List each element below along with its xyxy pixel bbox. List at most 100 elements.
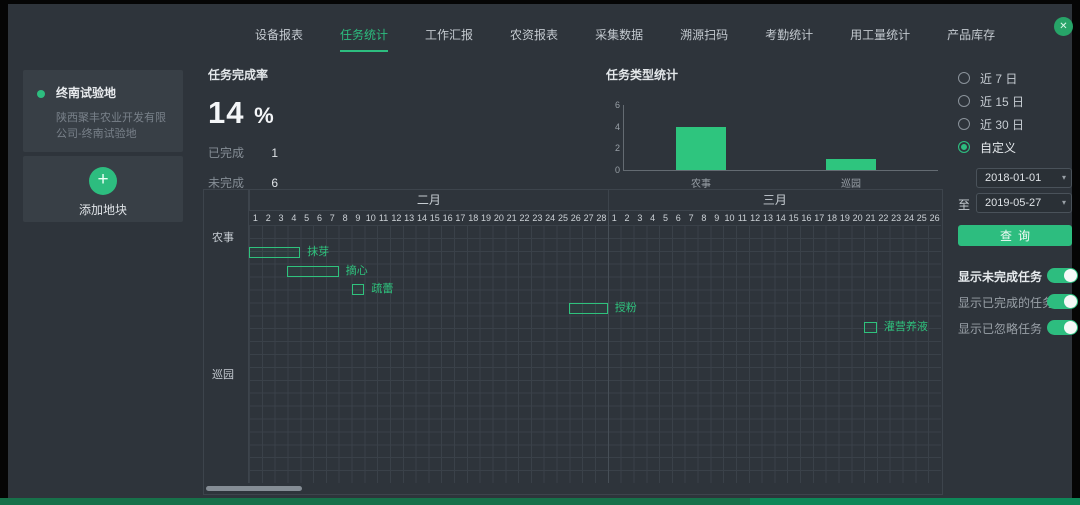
gantt-day-cell: 22 [877, 211, 890, 225]
chart-ytick-6: 6 [606, 100, 620, 110]
completion-title: 任务完成率 [208, 66, 278, 83]
tab-农资报表[interactable]: 农资报表 [510, 20, 558, 52]
toggle-knob [1064, 295, 1077, 308]
chart-xlabel-农事: 农事 [666, 175, 736, 190]
gantt-task-label-灌营养液: 灌营养液 [884, 321, 928, 334]
done-label: 已完成 [208, 146, 244, 160]
toggle-switch-on[interactable] [1047, 320, 1078, 335]
gantt-day-cell: 13 [403, 211, 416, 225]
plot-card[interactable]: 终南试验地 陕西聚丰农业开发有限公司-终南试验地 [23, 70, 183, 152]
bottom-window-edge [0, 498, 1080, 505]
done-value: 1 [271, 146, 278, 160]
gantt-day-cell: 6 [672, 211, 685, 225]
query-button[interactable]: 查询 [958, 225, 1072, 246]
plot-name: 终南试验地 [56, 84, 171, 101]
gantt-day-cell: 24 [903, 211, 916, 225]
gantt-day-cell: 3 [633, 211, 646, 225]
gantt-day-cell: 5 [300, 211, 313, 225]
gantt-day-cell: 21 [864, 211, 877, 225]
tab-设备报表[interactable]: 设备报表 [255, 20, 303, 52]
radio-circle-icon [958, 72, 970, 84]
radio-circle-icon [958, 95, 970, 107]
tab-产品库存[interactable]: 产品库存 [947, 20, 995, 52]
gantt-day-cell: 10 [364, 211, 377, 225]
date-to-select[interactable]: 2019-05-27 ▾ [976, 193, 1072, 213]
gantt-day-cell: 28 [595, 211, 608, 225]
gantt-day-cell: 8 [339, 211, 352, 225]
radio-label: 近 30 日 [980, 116, 1024, 133]
gantt-day-cell: 25 [557, 211, 570, 225]
gantt-day-cell: 7 [685, 211, 698, 225]
gantt-day-cell: 1 [608, 211, 621, 225]
undone-value: 6 [271, 176, 278, 190]
close-icon[interactable]: ✕ [1054, 17, 1073, 36]
gantt-day-cell: 4 [287, 211, 300, 225]
gantt-task-label-授粉: 授粉 [615, 302, 637, 315]
gantt-day-cell: 10 [723, 211, 736, 225]
gantt-day-cell: 8 [698, 211, 711, 225]
chart-x-axis [623, 170, 938, 171]
toggle-label: 显示未完成任务 [958, 270, 1042, 284]
radio-label: 近 7 日 [980, 70, 1017, 87]
tab-采集数据[interactable]: 采集数据 [595, 20, 643, 52]
gantt-day-cell: 7 [326, 211, 339, 225]
gantt-day-cell: 15 [787, 211, 800, 225]
tab-考勤统计[interactable]: 考勤统计 [765, 20, 813, 52]
gantt-day-cell: 2 [262, 211, 275, 225]
radio-近 7 日[interactable]: 近 7 日 [958, 70, 1078, 86]
chart-xlabel-巡园: 巡园 [816, 175, 886, 190]
gantt-month-三月: 三月 [608, 190, 941, 211]
chart-bar-农事 [676, 127, 726, 170]
radio-自定义[interactable]: 自定义 [958, 139, 1078, 155]
radio-近 30 日[interactable]: 近 30 日 [958, 116, 1078, 132]
toggle-row-显示未完成任务: 显示未完成任务 [958, 268, 1078, 284]
gantt-day-cell: 13 [762, 211, 775, 225]
gantt-task-灌营养液[interactable] [864, 322, 877, 333]
top-nav-tabs: 设备报表 任务统计 工作汇报 农资报表 采集数据 溯源扫码 考勤统计 用工量统计 产品库存 [255, 20, 995, 52]
gantt-task-疏蕾[interactable] [352, 284, 365, 295]
chart-y-axis [623, 105, 624, 171]
toggle-row-显示已完成的任务: 显示已完成的任务 [958, 294, 1078, 310]
gantt-horizontal-scrollbar[interactable] [206, 486, 302, 491]
add-plot-label: 添加地块 [23, 201, 183, 218]
toggle-label: 显示已忽略任务 [958, 322, 1042, 336]
toggle-knob [1064, 321, 1077, 334]
gantt-day-cell: 26 [928, 211, 941, 225]
tab-工作汇报[interactable]: 工作汇报 [425, 20, 473, 52]
done-row: 已完成 1 [208, 144, 278, 161]
date-from-select[interactable]: 2018-01-01 ▾ [976, 168, 1072, 188]
toggle-switch-on[interactable] [1047, 294, 1078, 309]
filter-panel: 近 7 日近 15 日近 30 日自定义 2018-01-01 ▾ 至 2019… [958, 70, 1078, 162]
completion-stats: 任务完成率 14 % 已完成 1 未完成 6 [208, 66, 278, 191]
gantt-day-cell: 17 [454, 211, 467, 225]
gantt-day-cell: 20 [492, 211, 505, 225]
dashboard-window: 设备报表任务统计工作汇报农资报表采集数据溯源扫码考勤统计用工量统计产品库存 ✕ … [8, 4, 1072, 498]
gantt-day-cell: 2 [621, 211, 634, 225]
task-type-chart: 任务类型统计 0246农事巡园 [606, 66, 946, 184]
gantt-month-二月: 二月 [249, 190, 608, 211]
gantt-day-cell: 21 [505, 211, 518, 225]
gantt-task-摘心[interactable] [287, 266, 338, 277]
tab-任务统计[interactable]: 任务统计 [340, 20, 388, 52]
gantt-day-cell: 14 [774, 211, 787, 225]
completion-rate: 14 % [208, 95, 278, 131]
gantt-task-授粉[interactable] [569, 303, 607, 314]
radio-label: 自定义 [980, 139, 1016, 156]
gantt-day-cell: 16 [800, 211, 813, 225]
gantt-day-cell: 19 [838, 211, 851, 225]
radio-近 15 日[interactable]: 近 15 日 [958, 93, 1078, 109]
toggle-row-显示已忽略任务: 显示已忽略任务 [958, 320, 1078, 336]
gantt-day-cell: 22 [518, 211, 531, 225]
gantt-day-cell: 18 [467, 211, 480, 225]
gantt-day-cell: 11 [377, 211, 390, 225]
gantt-day-cell: 18 [826, 211, 839, 225]
add-plot-button[interactable]: + 添加地块 [23, 156, 183, 222]
tab-溯源扫码[interactable]: 溯源扫码 [680, 20, 728, 52]
toggle-switch-on[interactable] [1047, 268, 1078, 283]
gantt-day-cell: 17 [813, 211, 826, 225]
gantt-task-抹芽[interactable] [249, 247, 300, 258]
gantt-task-label-疏蕾: 疏蕾 [371, 283, 393, 296]
gantt-grid [249, 225, 941, 483]
tab-用工量统计[interactable]: 用工量统计 [850, 20, 910, 52]
gantt-day-cell: 12 [749, 211, 762, 225]
